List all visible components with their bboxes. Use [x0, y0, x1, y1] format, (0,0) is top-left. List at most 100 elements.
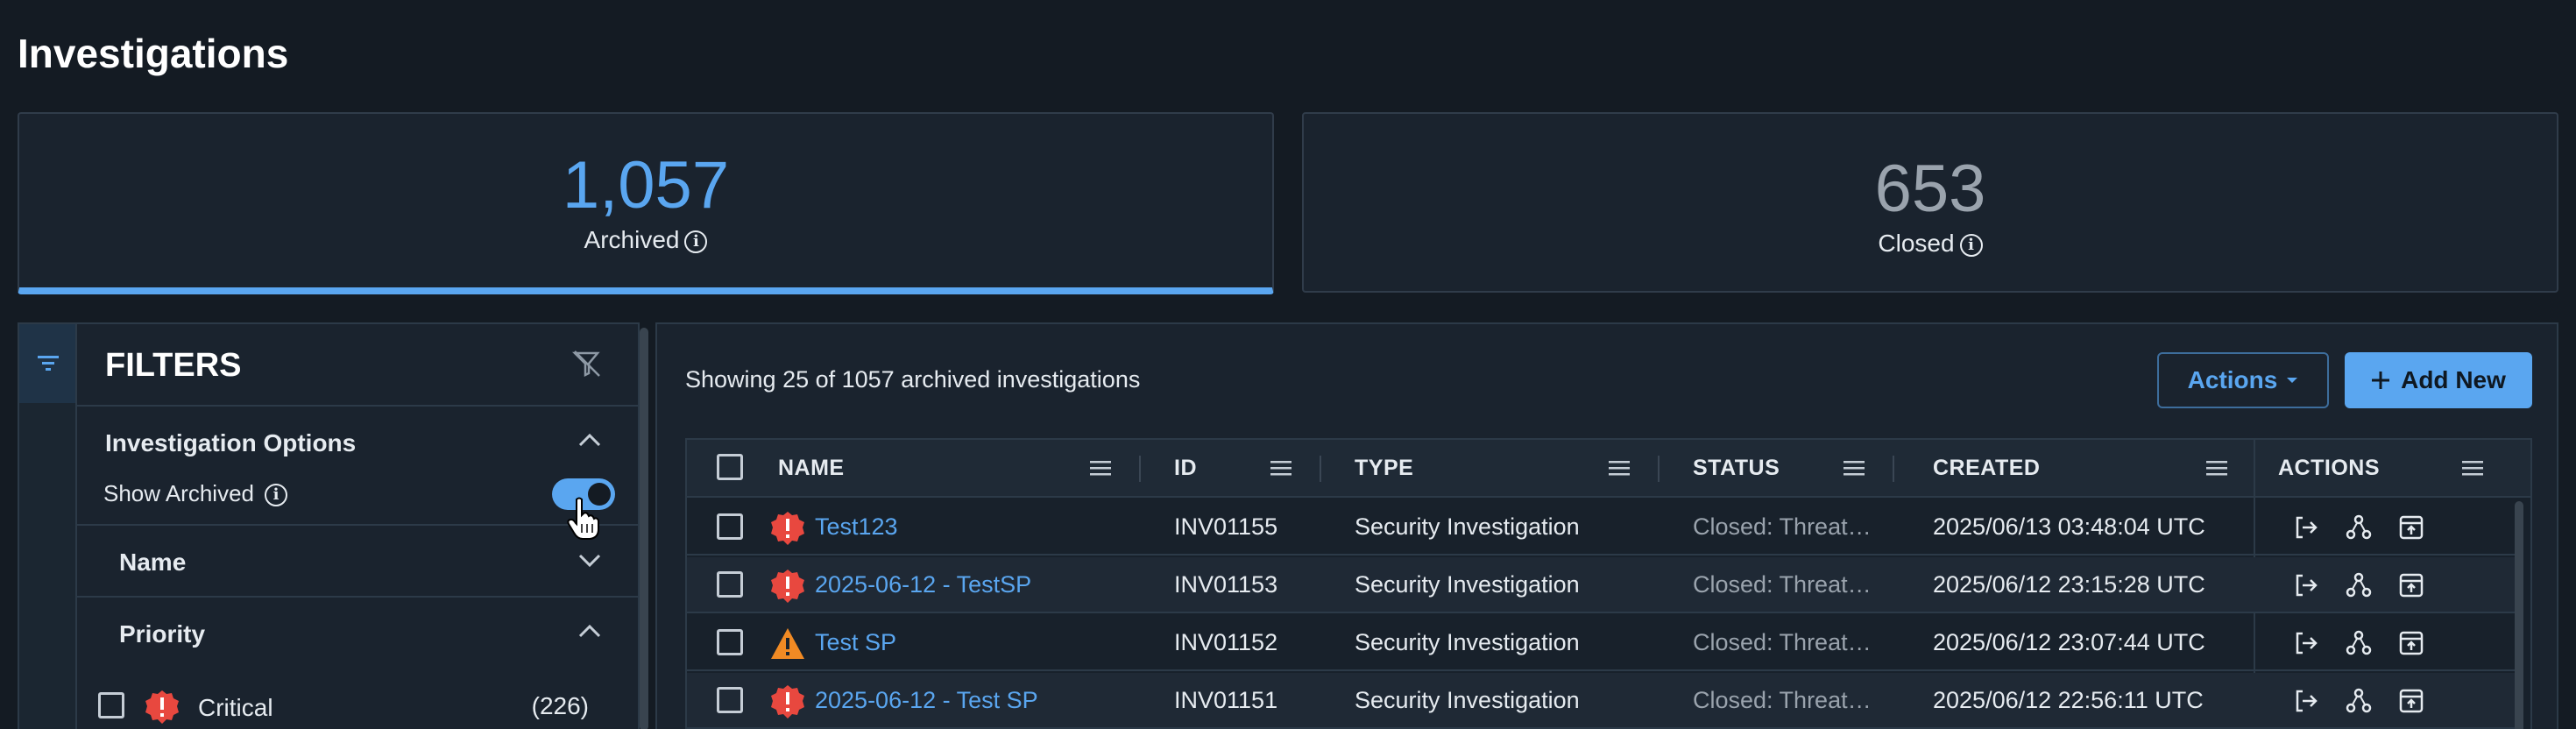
critical-priority-icon — [771, 685, 804, 718]
investigation-id: INV01151 — [1174, 687, 1278, 713]
add-new-button[interactable]: Add New — [2345, 352, 2532, 408]
column-menu-icon[interactable] — [1270, 459, 1292, 477]
closed-label: Closed — [1878, 230, 1955, 257]
unarchive-icon[interactable] — [2397, 687, 2425, 715]
investigation-status: Closed: Threat… — [1693, 571, 1872, 598]
column-header-id[interactable]: ID — [1174, 456, 1197, 481]
add-new-label: Add New — [2401, 366, 2506, 393]
column-separator[interactable] — [1658, 456, 1660, 482]
open-icon[interactable] — [2292, 513, 2320, 541]
investigation-created: 2025/06/12 23:15:28 UTC — [1933, 571, 2205, 598]
divider — [77, 596, 638, 598]
investigation-name-link[interactable]: 2025-06-12 - Test SP — [815, 687, 1038, 714]
closed-count: 653 — [1874, 152, 1986, 226]
unarchive-icon[interactable] — [2397, 513, 2425, 541]
name-section-label[interactable]: Name — [119, 549, 186, 577]
priority-label: Critical — [198, 694, 273, 721]
investigation-type: Security Investigation — [1355, 687, 1580, 713]
column-header-created[interactable]: CREATED — [1933, 456, 2040, 481]
table-row[interactable]: Test123 INV01155 Security Investigation … — [687, 499, 2518, 556]
open-icon[interactable] — [2292, 629, 2320, 657]
column-menu-icon[interactable] — [2462, 459, 2483, 477]
investigation-id: INV01155 — [1174, 513, 1278, 540]
closed-stat-card[interactable]: 653 Closed i — [1302, 112, 2558, 293]
investigation-created: 2025/06/12 22:56:11 UTC — [1933, 687, 2204, 713]
graph-icon[interactable] — [2345, 629, 2373, 657]
investigations-panel: Showing 25 of 1057 archived investigatio… — [655, 322, 2558, 729]
caret-down-icon — [2287, 378, 2298, 383]
plus-icon — [2372, 372, 2390, 389]
table-row[interactable]: Test SP INV01152 Security Investigation … — [687, 615, 2518, 671]
info-icon[interactable]: i — [264, 484, 287, 507]
archived-count: 1,057 — [562, 148, 730, 223]
table-scrollbar[interactable] — [2515, 501, 2523, 729]
page-title: Investigations — [18, 31, 289, 76]
unarchive-icon[interactable] — [2397, 571, 2425, 599]
archived-stat-card[interactable]: 1,057 Archived i — [18, 112, 1274, 294]
column-menu-icon[interactable] — [2206, 459, 2227, 477]
investigations-table: NAME ID TYPE STATUS CREATED ACTIONS Test… — [685, 438, 2532, 729]
graph-icon[interactable] — [2345, 687, 2373, 715]
results-summary: Showing 25 of 1057 archived investigatio… — [685, 366, 1141, 393]
closed-label-wrap: Closed i — [1304, 230, 2557, 258]
row-checkbox[interactable] — [717, 629, 743, 655]
column-separator[interactable] — [1320, 456, 1321, 482]
column-separator[interactable] — [1139, 456, 1141, 482]
column-separator[interactable] — [1893, 456, 1894, 482]
show-archived-label-wrap: Show Archived i — [103, 480, 287, 507]
row-checkbox[interactable] — [717, 687, 743, 713]
table-row[interactable]: 2025-06-12 - TestSP INV01153 Security In… — [687, 557, 2518, 613]
investigation-status: Closed: Threat… — [1693, 687, 1872, 713]
open-icon[interactable] — [2292, 571, 2320, 599]
table-row[interactable]: 2025-06-12 - Test SP INV01151 Security I… — [687, 673, 2518, 729]
graph-icon[interactable] — [2345, 571, 2373, 599]
column-header-type[interactable]: TYPE — [1355, 456, 1413, 481]
unarchive-icon[interactable] — [2397, 629, 2425, 657]
filters-panel: FILTERS Investigation Options Name Prior… — [75, 322, 640, 729]
investigation-type: Security Investigation — [1355, 571, 1580, 598]
divider — [77, 405, 638, 407]
filter-toggle-button[interactable] — [19, 324, 77, 403]
investigation-name-link[interactable]: 2025-06-12 - TestSP — [815, 571, 1031, 598]
graph-icon[interactable] — [2345, 513, 2373, 541]
row-checkbox[interactable] — [717, 513, 743, 540]
investigation-created: 2025/06/12 23:07:44 UTC — [1933, 629, 2205, 655]
open-icon[interactable] — [2292, 687, 2320, 715]
divider — [77, 524, 638, 526]
investigation-name-link[interactable]: Test SP — [815, 629, 896, 656]
priority-count: (226) — [531, 692, 589, 719]
column-header-name[interactable]: NAME — [778, 456, 845, 481]
actions-label: Actions — [2187, 366, 2278, 393]
high-priority-icon — [771, 628, 804, 659]
priority-filter-critical[interactable]: Critical (226) — [98, 683, 589, 724]
investigation-created: 2025/06/13 03:48:04 UTC — [1933, 513, 2205, 540]
investigation-status: Closed: Threat… — [1693, 513, 1872, 540]
investigation-name-link[interactable]: Test123 — [815, 513, 898, 541]
column-menu-icon[interactable] — [1090, 459, 1111, 477]
investigation-options-label[interactable]: Investigation Options — [105, 429, 356, 457]
column-header-status[interactable]: STATUS — [1693, 456, 1780, 481]
chevron-down-icon[interactable] — [577, 552, 603, 570]
chevron-up-icon[interactable] — [577, 431, 603, 449]
investigation-type: Security Investigation — [1355, 629, 1580, 655]
select-all-checkbox[interactable] — [717, 454, 743, 480]
info-icon[interactable]: i — [684, 230, 708, 253]
critical-priority-icon — [771, 512, 804, 545]
column-menu-icon[interactable] — [1844, 459, 1865, 477]
clear-filters-icon[interactable] — [571, 349, 603, 379]
filter-icon — [38, 356, 59, 371]
actions-dropdown-button[interactable]: Actions — [2157, 352, 2329, 408]
checkbox[interactable] — [98, 692, 124, 718]
archived-label: Archived — [584, 226, 680, 253]
filters-scrollbar[interactable] — [640, 328, 648, 729]
column-menu-icon[interactable] — [1609, 459, 1630, 477]
row-checkbox[interactable] — [717, 571, 743, 598]
chevron-up-icon[interactable] — [577, 622, 603, 640]
archived-label-wrap: Archived i — [19, 226, 1272, 254]
filters-title: FILTERS — [105, 347, 242, 384]
investigation-id: INV01152 — [1174, 629, 1278, 655]
column-header-actions: ACTIONS — [2278, 456, 2380, 480]
priority-section-label[interactable]: Priority — [119, 620, 205, 648]
critical-priority-icon — [145, 690, 179, 724]
info-icon[interactable]: i — [1959, 233, 1983, 257]
